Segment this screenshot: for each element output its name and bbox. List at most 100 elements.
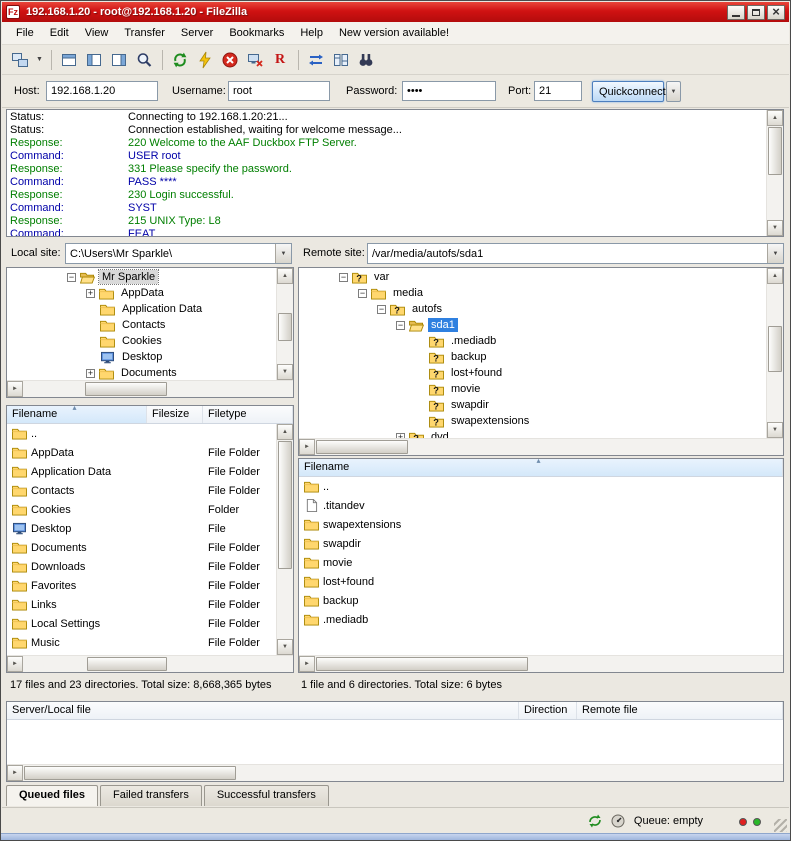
- column-header-direction[interactable]: Direction: [519, 702, 577, 719]
- local-file-row[interactable]: CookiesFolder: [7, 500, 276, 519]
- refresh-button[interactable]: [168, 48, 192, 72]
- menu-transfer[interactable]: Transfer: [116, 23, 173, 43]
- local-tree-item[interactable]: Application Data: [7, 301, 276, 317]
- scrollbar-thumb[interactable]: [87, 657, 167, 671]
- remote-tree-item[interactable]: backup: [299, 349, 766, 365]
- minimize-button[interactable]: [727, 5, 745, 20]
- local-tree-item[interactable]: Contacts: [7, 317, 276, 333]
- remote-tree-vscrollbar[interactable]: [766, 268, 783, 438]
- remote-list-hscrollbar[interactable]: [299, 655, 783, 672]
- collapse-icon[interactable]: [358, 289, 367, 298]
- collapse-icon[interactable]: [339, 273, 348, 282]
- titlebar[interactable]: 192.168.1.20 - root@192.168.1.20 - FileZ…: [2, 2, 789, 22]
- collapse-icon[interactable]: [396, 321, 405, 330]
- remote-file-row[interactable]: movie: [299, 553, 783, 572]
- remote-file-row[interactable]: .mediadb: [299, 610, 783, 629]
- quickconnect-button[interactable]: Quickconnect: [592, 81, 664, 102]
- local-tree-vscrollbar[interactable]: [276, 268, 293, 380]
- column-header-filename[interactable]: Filename: [7, 406, 147, 423]
- remote-tree-item[interactable]: .mediadb: [299, 333, 766, 349]
- cancel-button[interactable]: [218, 48, 242, 72]
- scroll-down-button[interactable]: [767, 220, 783, 236]
- local-tree-hscrollbar[interactable]: [7, 380, 293, 397]
- password-input[interactable]: [402, 81, 496, 101]
- remote-file-row[interactable]: backup: [299, 591, 783, 610]
- remote-file-row[interactable]: swapdir: [299, 534, 783, 553]
- menu-help[interactable]: Help: [292, 23, 331, 43]
- synchronized-browsing-button[interactable]: [304, 48, 328, 72]
- remote-file-row[interactable]: ..: [299, 477, 783, 496]
- remote-tree-item[interactable]: swapextensions: [299, 413, 766, 429]
- scroll-down-button[interactable]: [277, 639, 293, 655]
- remote-tree-item[interactable]: autofs: [299, 301, 766, 317]
- local-file-row[interactable]: ..: [7, 424, 276, 443]
- remote-tree-item[interactable]: swapdir: [299, 397, 766, 413]
- column-header-filename[interactable]: Filename: [299, 459, 783, 476]
- log-scrollbar[interactable]: [766, 110, 783, 236]
- resize-grip[interactable]: [774, 819, 787, 832]
- local-file-row[interactable]: MusicFile Folder: [7, 633, 276, 652]
- local-site-combo[interactable]: C:\Users\Mr Sparkle\: [65, 243, 292, 264]
- tab-successful-transfers[interactable]: Successful transfers: [204, 785, 329, 806]
- local-file-row[interactable]: AppDataFile Folder: [7, 443, 276, 462]
- sync-status-icon[interactable]: [587, 813, 603, 829]
- local-list-vscrollbar[interactable]: [276, 424, 293, 655]
- menu-edit[interactable]: Edit: [42, 23, 77, 43]
- local-tree-item[interactable]: Desktop: [7, 349, 276, 365]
- local-file-row[interactable]: LinksFile Folder: [7, 595, 276, 614]
- scroll-right-button[interactable]: [7, 381, 23, 397]
- tab-queued-files[interactable]: Queued files: [6, 785, 98, 806]
- scroll-right-button[interactable]: [299, 439, 315, 455]
- menu-server[interactable]: Server: [173, 23, 221, 43]
- remote-file-row[interactable]: lost+found: [299, 572, 783, 591]
- toggle-remote-tree-button[interactable]: [107, 48, 131, 72]
- remote-tree-item[interactable]: media: [299, 285, 766, 301]
- toggle-message-log-button[interactable]: [57, 48, 81, 72]
- scrollbar-thumb[interactable]: [278, 441, 292, 569]
- remote-tree-item-selected[interactable]: sda1: [299, 317, 766, 333]
- chevron-down-icon[interactable]: [275, 244, 291, 263]
- find-files-button[interactable]: [354, 48, 378, 72]
- collapse-icon[interactable]: [377, 305, 386, 314]
- local-file-row[interactable]: Application DataFile Folder: [7, 462, 276, 481]
- scrollbar-thumb[interactable]: [768, 326, 782, 372]
- scroll-down-button[interactable]: [767, 422, 783, 438]
- menu-file[interactable]: File: [8, 23, 42, 43]
- disconnect-button[interactable]: [243, 48, 267, 72]
- expand-icon[interactable]: [86, 369, 95, 378]
- scrollbar-thumb[interactable]: [24, 766, 236, 780]
- scroll-up-button[interactable]: [277, 268, 293, 284]
- queue-hscrollbar[interactable]: [7, 764, 783, 781]
- host-input[interactable]: [46, 81, 158, 101]
- remote-tree-item[interactable]: lost+found: [299, 365, 766, 381]
- column-header-remote-file[interactable]: Remote file: [577, 702, 783, 719]
- username-input[interactable]: [228, 81, 330, 101]
- port-input[interactable]: [534, 81, 582, 101]
- quickconnect-dropdown[interactable]: [666, 81, 681, 102]
- column-header-filesize[interactable]: Filesize: [147, 406, 203, 423]
- column-header-server-local-file[interactable]: Server/Local file: [7, 702, 519, 719]
- directory-comparison-button[interactable]: [329, 48, 353, 72]
- chevron-down-icon[interactable]: [767, 244, 783, 263]
- toggle-local-tree-button[interactable]: [82, 48, 106, 72]
- site-manager-dropdown[interactable]: [33, 48, 46, 72]
- scrollbar-thumb[interactable]: [85, 382, 167, 396]
- scroll-up-button[interactable]: [767, 110, 783, 126]
- local-tree-item[interactable]: Mr Sparkle: [7, 269, 276, 285]
- local-file-row[interactable]: Local SettingsFile Folder: [7, 614, 276, 633]
- remote-tree-item[interactable]: dvd: [299, 429, 766, 438]
- local-file-row[interactable]: ContactsFile Folder: [7, 481, 276, 500]
- scroll-down-button[interactable]: [277, 364, 293, 380]
- scrollbar-thumb[interactable]: [316, 440, 408, 454]
- remote-tree-item[interactable]: var: [299, 269, 766, 285]
- local-file-row[interactable]: DesktopFile: [7, 519, 276, 538]
- collapse-icon[interactable]: [67, 273, 76, 282]
- speed-limit-icon[interactable]: [610, 813, 626, 829]
- scrollbar-thumb[interactable]: [768, 127, 782, 175]
- remote-file-row[interactable]: swapextensions: [299, 515, 783, 534]
- close-button[interactable]: [767, 5, 785, 20]
- toggle-queue-button[interactable]: [132, 48, 156, 72]
- remote-site-combo[interactable]: /var/media/autofs/sda1: [367, 243, 784, 264]
- column-header-filetype[interactable]: Filetype: [203, 406, 293, 423]
- expand-icon[interactable]: [86, 289, 95, 298]
